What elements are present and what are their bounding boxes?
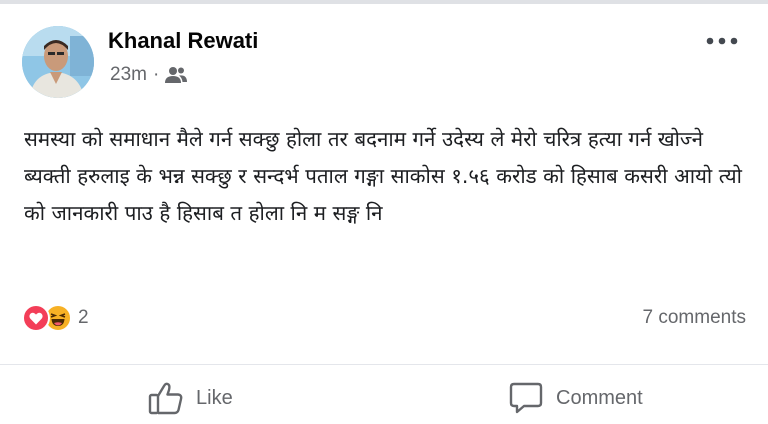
author-avatar[interactable] [22, 26, 94, 98]
friends-icon[interactable] [165, 66, 188, 84]
author-name[interactable]: Khanal Rewati [108, 28, 258, 54]
feed-post: Khanal Rewati 23m · समस्या को समाधान मैल… [0, 4, 768, 419]
post-meta: 23m · [110, 64, 188, 86]
post-text: समस्या को समाधान मैले गर्न सक्छु होला तर… [24, 127, 742, 225]
reactions-summary[interactable]: 2 [22, 304, 89, 332]
meta-separator: · [152, 64, 160, 85]
avatar-photo [22, 26, 94, 98]
comment-bubble-icon [509, 382, 543, 414]
like-label: Like [196, 386, 233, 409]
like-button[interactable]: Like [148, 381, 233, 415]
reaction-count: 2 [78, 307, 89, 328]
more-options-icon [706, 37, 738, 45]
more-options-button[interactable] [700, 26, 744, 56]
comment-label: Comment [556, 386, 643, 409]
comments-count[interactable]: 7 comments [643, 307, 746, 329]
thumbs-up-icon [148, 382, 183, 415]
post-action-bar: Like Comment [0, 364, 768, 424]
comment-button[interactable]: Comment [508, 381, 643, 415]
love-reaction-icon [22, 304, 50, 332]
post-timestamp[interactable]: 23m [110, 64, 147, 86]
